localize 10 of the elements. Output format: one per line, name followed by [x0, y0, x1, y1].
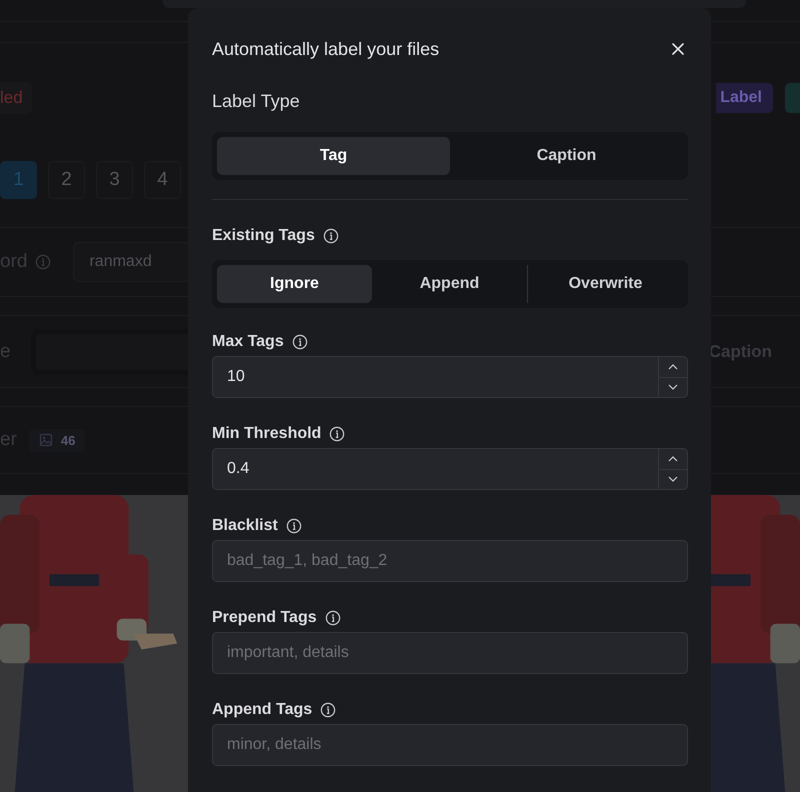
- field-label: Prepend Tags: [212, 609, 317, 627]
- count-text: 46: [60, 432, 76, 448]
- field-label: Existing Tags: [212, 227, 315, 245]
- field-label: Append Tags: [212, 701, 312, 719]
- field-label: Label Type: [212, 90, 300, 112]
- field-label: Max Tags: [212, 333, 284, 351]
- dialog-title: Automatically label your files: [212, 38, 440, 60]
- status-badge: led: [0, 82, 32, 114]
- field-label: Blacklist: [212, 517, 278, 535]
- field-label: Min Threshold: [212, 425, 322, 443]
